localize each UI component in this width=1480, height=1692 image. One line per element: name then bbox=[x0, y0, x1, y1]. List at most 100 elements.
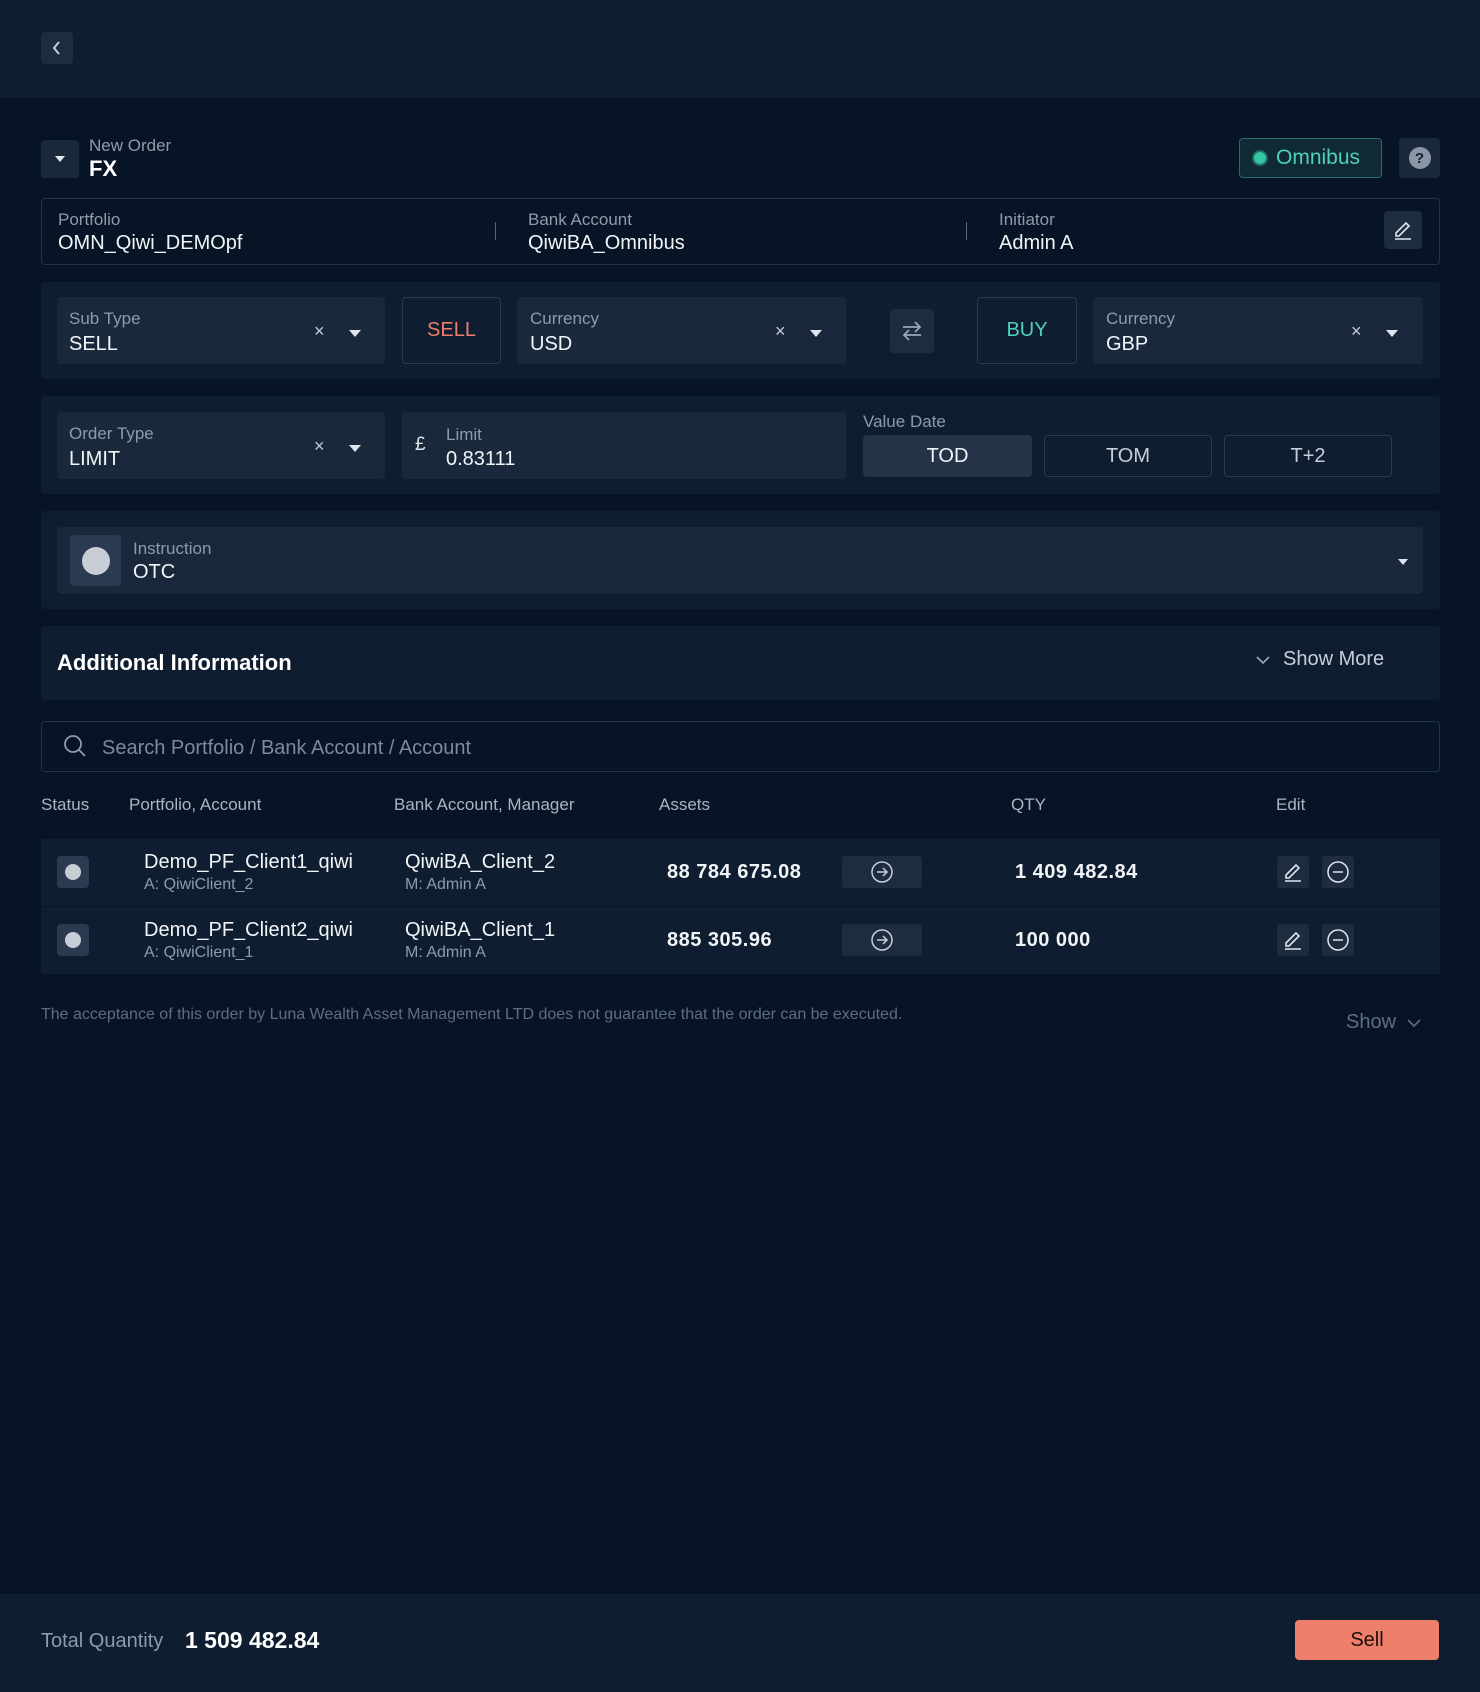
row-qty: 100 000 bbox=[1015, 929, 1091, 951]
pencil-icon bbox=[1395, 221, 1411, 240]
caret-down-icon[interactable] bbox=[810, 330, 822, 337]
subtype-label: Sub Type bbox=[69, 309, 141, 328]
caret-down-icon[interactable] bbox=[349, 445, 361, 452]
row-status[interactable] bbox=[57, 856, 89, 888]
row-account: A: QiwiClient_1 bbox=[144, 944, 254, 961]
value-date-tod[interactable]: TOD bbox=[863, 435, 1032, 477]
sell-side-button[interactable]: SELL bbox=[402, 297, 501, 364]
new-order-label: New Order bbox=[89, 136, 172, 155]
col-portfolio: Portfolio, Account bbox=[129, 795, 262, 814]
sell-currency-label: Currency bbox=[530, 309, 599, 328]
value-date-tom[interactable]: TOM bbox=[1044, 435, 1212, 477]
row-assets: 885 305.96 bbox=[667, 929, 773, 951]
search-placeholder: Search Portfolio / Bank Account / Accoun… bbox=[102, 737, 472, 759]
arrow-right-circle-icon bbox=[871, 929, 893, 951]
col-status: Status bbox=[41, 795, 90, 814]
help-button[interactable]: ? bbox=[1399, 138, 1440, 178]
buy-currency-label: Currency bbox=[1106, 309, 1175, 328]
chevron-left-icon bbox=[52, 41, 60, 55]
status-dot-icon bbox=[65, 932, 81, 948]
row-manager: M: Admin A bbox=[405, 944, 486, 961]
divider bbox=[495, 222, 496, 240]
order-type-value: LIMIT bbox=[69, 448, 121, 470]
subtype-value: SELL bbox=[69, 333, 118, 355]
chevron-down-icon bbox=[1407, 1018, 1421, 1027]
transfer-assets-button[interactable] bbox=[842, 856, 922, 888]
row-manager: M: Admin A bbox=[405, 876, 486, 893]
limit-value: 0.83111 bbox=[446, 448, 516, 470]
col-edit: Edit bbox=[1276, 795, 1306, 814]
order-type-label: Order Type bbox=[69, 424, 154, 443]
bank-account-value: QiwiBA_Omnibus bbox=[528, 232, 685, 254]
chevron-down-icon bbox=[1256, 655, 1270, 664]
divider bbox=[966, 222, 967, 240]
remove-row-button[interactable] bbox=[1322, 856, 1354, 888]
buy-currency-value: GBP bbox=[1106, 333, 1149, 355]
caret-down-icon[interactable] bbox=[1398, 559, 1408, 565]
bank-account-label: Bank Account bbox=[528, 210, 632, 229]
swap-icon bbox=[902, 321, 922, 341]
top-bar bbox=[0, 0, 1480, 98]
swap-currencies-button[interactable] bbox=[890, 309, 934, 353]
order-dropdown-toggle[interactable] bbox=[41, 140, 79, 178]
clear-order-type-icon[interactable]: × bbox=[314, 436, 325, 457]
portfolio-label: Portfolio bbox=[58, 210, 121, 229]
back-button[interactable] bbox=[41, 32, 73, 64]
row-portfolio: Demo_PF_Client2_qiwi bbox=[144, 919, 353, 941]
caret-down-icon bbox=[55, 156, 65, 162]
edit-row-button[interactable] bbox=[1277, 856, 1309, 888]
order-info-box bbox=[41, 198, 1440, 265]
status-dot-icon bbox=[1252, 150, 1268, 166]
minus-circle-icon bbox=[1327, 861, 1349, 883]
disclaimer-show-toggle[interactable]: Show bbox=[1346, 1011, 1422, 1034]
sell-currency-value: USD bbox=[530, 333, 573, 355]
clear-buy-currency-icon[interactable]: × bbox=[1351, 321, 1362, 342]
row-assets: 88 784 675.08 bbox=[667, 861, 802, 883]
caret-down-icon[interactable] bbox=[1386, 330, 1398, 337]
row-bank: QiwiBA_Client_2 bbox=[405, 851, 556, 873]
question-icon: ? bbox=[1408, 147, 1431, 169]
omnibus-badge[interactable]: Omnibus bbox=[1239, 138, 1382, 178]
buy-side-button[interactable]: BUY bbox=[977, 297, 1077, 364]
total-quantity-label: Total Quantity bbox=[41, 1630, 164, 1652]
row-qty: 1 409 482.84 bbox=[1015, 861, 1138, 883]
initiator-label: Initiator bbox=[999, 210, 1055, 229]
clear-subtype-icon[interactable]: × bbox=[314, 321, 325, 342]
show-more-toggle[interactable]: Show More bbox=[1255, 648, 1384, 671]
clear-sell-currency-icon[interactable]: × bbox=[775, 321, 786, 342]
pencil-icon bbox=[1285, 863, 1301, 882]
initiator-value: Admin A bbox=[999, 232, 1074, 254]
value-date-label: Value Date bbox=[863, 412, 946, 431]
transfer-assets-button[interactable] bbox=[842, 924, 922, 956]
edit-row-button[interactable] bbox=[1277, 924, 1309, 956]
total-quantity-value: 1 509 482.84 bbox=[185, 1627, 320, 1653]
show-more-label: Show More bbox=[1283, 648, 1385, 670]
instruction-label: Instruction bbox=[133, 539, 212, 558]
status-dot-icon bbox=[65, 864, 81, 880]
limit-label: Limit bbox=[446, 425, 482, 444]
col-bank: Bank Account, Manager bbox=[394, 795, 575, 814]
omnibus-label: Omnibus bbox=[1276, 146, 1361, 169]
edit-initiator-button[interactable] bbox=[1384, 211, 1422, 249]
instruction-select[interactable] bbox=[57, 527, 1423, 594]
caret-down-icon[interactable] bbox=[349, 330, 361, 337]
portfolio-value: OMN_Qiwi_DEMOpf bbox=[58, 232, 243, 254]
radio-dot-icon bbox=[81, 546, 110, 575]
instruction-toggle[interactable] bbox=[70, 535, 121, 586]
row-bank: QiwiBA_Client_1 bbox=[405, 919, 556, 941]
additional-info-title: Additional Information bbox=[57, 650, 292, 675]
pencil-icon bbox=[1285, 931, 1301, 950]
show-label: Show bbox=[1346, 1011, 1397, 1033]
value-date-t2[interactable]: T+2 bbox=[1224, 435, 1392, 477]
sell-submit-button[interactable]: Sell bbox=[1295, 1620, 1439, 1660]
arrow-right-circle-icon bbox=[871, 861, 893, 883]
instruction-value: OTC bbox=[133, 561, 176, 583]
currency-symbol: £ bbox=[415, 434, 426, 455]
row-account: A: QiwiClient_2 bbox=[144, 876, 254, 893]
search-icon bbox=[64, 735, 86, 757]
col-qty: QTY bbox=[1011, 795, 1046, 814]
row-portfolio: Demo_PF_Client1_qiwi bbox=[144, 851, 353, 873]
row-status[interactable] bbox=[57, 924, 89, 956]
remove-row-button[interactable] bbox=[1322, 924, 1354, 956]
disclaimer-text: The acceptance of this order by Luna Wea… bbox=[41, 1006, 903, 1023]
